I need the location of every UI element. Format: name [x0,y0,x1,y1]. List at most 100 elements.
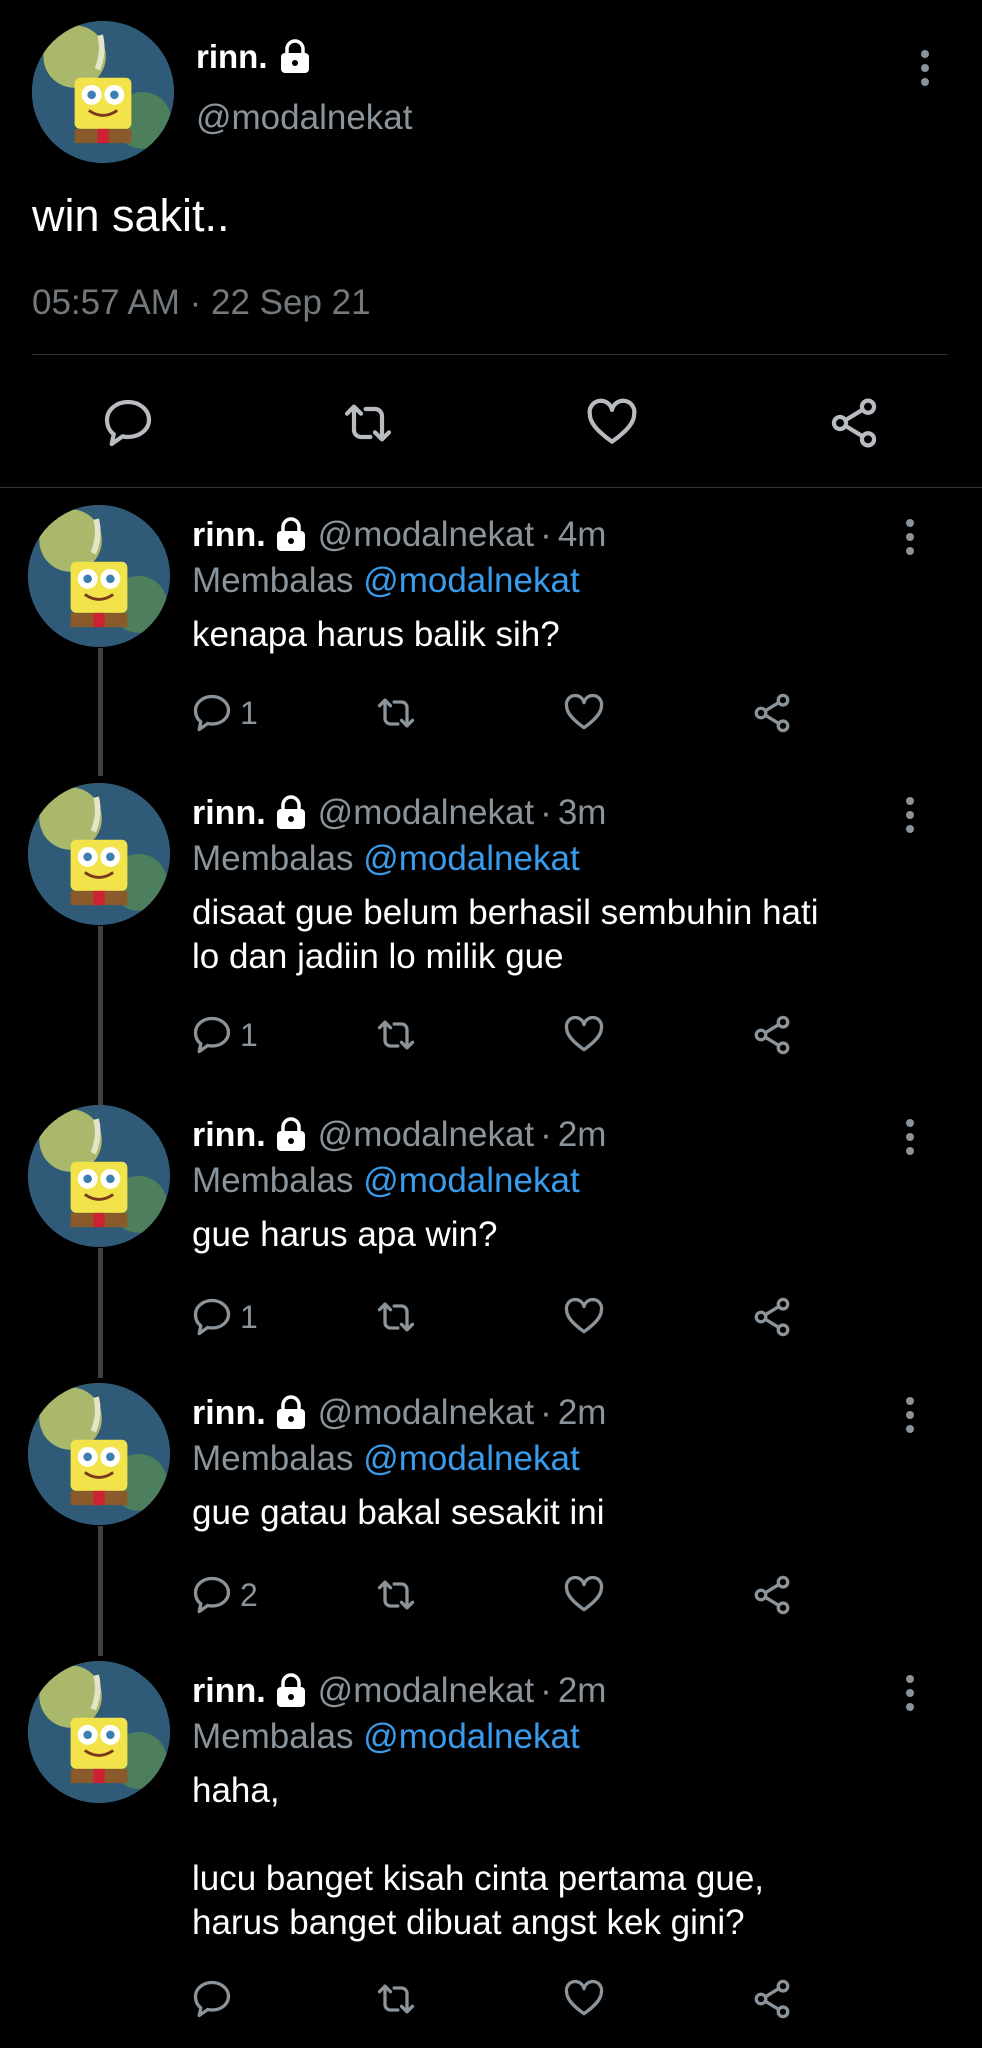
reply-actions: 1 [0,1293,982,1343]
more-icon[interactable] [895,1673,925,1713]
mention-link[interactable]: @modalnekat [363,1161,579,1200]
mention-link[interactable]: @modalnekat [363,1439,579,1478]
text-line: lucu banget kisah cinta pertama gue, [192,1859,765,1898]
share-button[interactable] [750,1011,794,1059]
share-button[interactable] [750,689,794,737]
reply-time[interactable]: 3m [558,793,607,833]
more-icon[interactable] [895,795,925,835]
reply-time[interactable]: 2m [558,1671,607,1711]
share-icon[interactable] [826,395,882,451]
reply-button[interactable] [190,1975,240,2023]
spongebob-avatar-icon [28,505,170,647]
reply-tweet[interactable]: rinn. @modalnekat · 2m Membalas @modalne… [0,1105,982,1345]
display-name[interactable]: rinn. [196,38,312,76]
share-button[interactable] [750,1293,794,1341]
reply-button[interactable]: 1 [190,1293,258,1341]
like-button[interactable] [562,1293,606,1341]
handle[interactable]: @modalnekat [318,1115,534,1155]
tweet-actions [0,385,982,455]
tweet-timestamp[interactable]: 05:57 AM · 22 Sep 21 [32,283,371,323]
display-name[interactable]: rinn. [192,1672,266,1711]
mention-link[interactable]: @modalnekat [363,561,579,600]
like-button[interactable] [562,1571,606,1619]
display-name[interactable]: rinn. [192,1394,266,1433]
separator-dot: · [540,1393,552,1432]
share-button[interactable] [750,1571,794,1619]
divider [32,354,948,355]
handle[interactable]: @modalnekat [318,515,534,555]
spongebob-avatar-icon [28,1105,170,1247]
replying-to: Membalas @modalnekat [192,839,580,879]
mention-link[interactable]: @modalnekat [363,839,579,878]
reply-tweet[interactable]: rinn. @modalnekat · 4m Membalas @modalne… [0,505,982,745]
reply-time[interactable]: 2m [558,1115,607,1155]
retweet-button[interactable] [374,689,418,737]
like-icon[interactable] [584,395,640,451]
more-icon[interactable] [895,1117,925,1157]
text-line: harus banget dibuat angst kek gini? [192,1903,745,1942]
replying-to: Membalas @modalnekat [192,1439,580,1479]
handle[interactable]: @modalnekat [318,1671,534,1711]
reply-tweet[interactable]: rinn. @modalnekat · 2m Membalas @modalne… [0,1661,982,2048]
reply-text: kenapa harus balik sih? [192,613,912,657]
separator-dot: · [540,1671,552,1710]
avatar[interactable] [28,1661,170,1803]
avatar[interactable] [28,1383,170,1525]
lock-icon [276,1673,305,1707]
avatar[interactable] [28,505,170,647]
mention-link[interactable]: @modalnekat [363,1717,579,1756]
main-tweet: rinn. @modalnekat win sakit.. 05:57 AM ·… [0,0,982,487]
reply-time[interactable]: 2m [558,1393,607,1433]
handle[interactable]: @modalnekat [196,98,412,138]
like-button[interactable] [562,1011,606,1059]
share-button[interactable] [750,1975,794,2023]
more-icon[interactable] [910,48,940,88]
share-icon [754,1979,790,2019]
reply-count: 1 [240,1298,258,1335]
avatar[interactable] [28,1105,170,1247]
display-name[interactable]: rinn. [192,516,266,555]
avatar[interactable] [28,783,170,925]
reply-actions: 2 [0,1571,982,1621]
text-line: gue harus apa win? [192,1215,498,1254]
reply-count: 1 [240,694,258,731]
text-line: gue gatau bakal sesakit ini [192,1493,605,1532]
handle[interactable]: @modalnekat [318,793,534,833]
replying-prefix: Membalas [192,1439,354,1478]
reply-icon [193,1298,231,1336]
replying-prefix: Membalas [192,561,354,600]
retweet-button[interactable] [374,1293,418,1341]
reply-icon[interactable] [100,395,156,451]
reply-tweet[interactable]: rinn. @modalnekat · 2m Membalas @modalne… [0,1383,982,1623]
reply-text: disaat gue belum berhasil sembuhin hati … [192,891,912,979]
reply-button[interactable]: 2 [190,1571,258,1619]
reply-tweet[interactable]: rinn. @modalnekat · 3m Membalas @modalne… [0,783,982,1073]
retweet-button[interactable] [374,1571,418,1619]
retweet-button[interactable] [374,1011,418,1059]
avatar[interactable] [32,21,174,163]
reply-header: rinn. @modalnekat · 4m [192,515,606,555]
reply-count: 1 [240,1016,258,1053]
reply-button[interactable]: 1 [190,1011,258,1059]
share-icon [754,1015,790,1055]
retweet-icon[interactable] [340,395,396,451]
like-button[interactable] [562,689,606,737]
like-button[interactable] [562,1975,606,2023]
reply-button[interactable]: 1 [190,689,258,737]
reply-time[interactable]: 4m [558,515,607,555]
display-name[interactable]: rinn. [192,794,266,833]
more-icon[interactable] [895,517,925,557]
handle[interactable]: @modalnekat [318,1393,534,1433]
share-icon [754,693,790,733]
section-divider [0,487,982,488]
lock-icon [276,1395,305,1429]
lock-icon [276,1117,305,1151]
reply-icon [193,694,231,732]
display-name-text: rinn. [196,38,268,75]
reply-actions: 1 [0,1011,982,1061]
display-name[interactable]: rinn. [192,1116,266,1155]
reply-icon [193,1016,231,1054]
retweet-button[interactable] [374,1975,418,2023]
more-icon[interactable] [895,1395,925,1435]
